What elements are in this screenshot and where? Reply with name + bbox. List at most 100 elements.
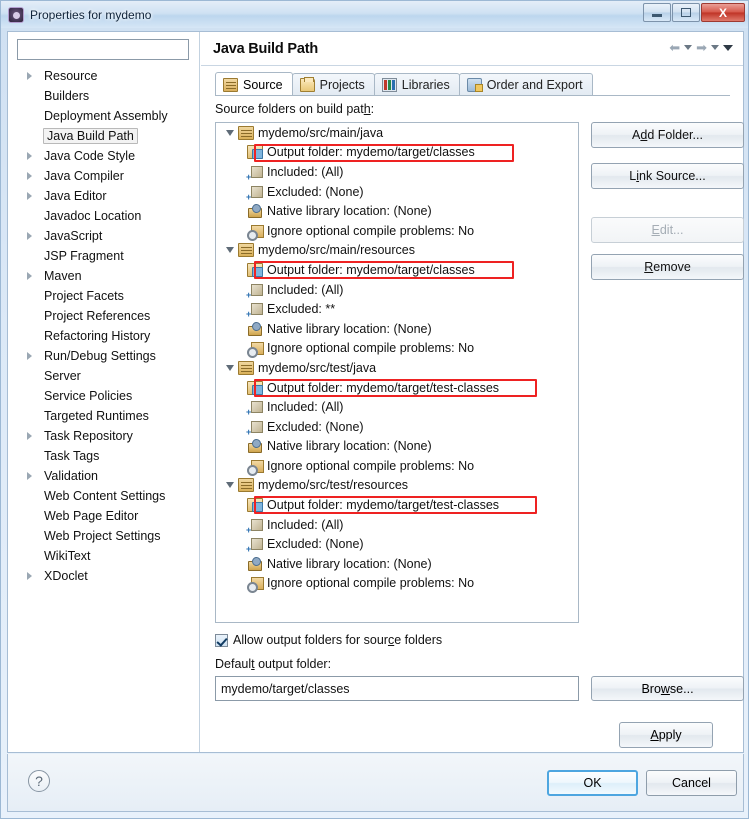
source-folder-attribute-row[interactable]: Ignore optional compile problems: No [216,339,578,359]
back-arrow-icon[interactable]: ⬅ [669,41,680,54]
restore-button[interactable] [672,3,700,22]
source-folder-attribute-row[interactable]: Output folder: mydemo/target/classes [216,143,578,163]
expand-arrow-icon[interactable] [27,352,32,360]
sidebar-item-service-policies[interactable]: Service Policies [8,386,199,406]
source-folder-attribute-row[interactable]: Included: (All) [216,397,578,417]
back-dropdown-icon[interactable] [684,45,693,50]
default-output-folder-input[interactable]: mydemo/target/classes [215,676,579,701]
sidebar-item-task-repository[interactable]: Task Repository [8,426,199,446]
sidebar-item-label: JSP Fragment [44,249,124,263]
sidebar-item-label: Project Facets [44,289,124,303]
filter-input-wrapper[interactable] [17,39,189,60]
source-folder-attribute-row[interactable]: Output folder: mydemo/target/classes [216,260,578,280]
source-folder-root-row[interactable]: mydemo/src/test/java [216,358,578,378]
sidebar-item-validation[interactable]: Validation [8,466,199,486]
filter-input[interactable] [21,40,185,59]
menu-arrow-icon[interactable] [723,44,733,51]
sidebar-item-server[interactable]: Server [8,366,199,386]
expand-arrow-icon[interactable] [27,432,32,440]
source-folder-attribute-row[interactable]: Excluded: (None) [216,182,578,202]
source-folder-attribute-row[interactable]: Native library location: (None) [216,319,578,339]
expand-arrow-icon[interactable] [27,172,32,180]
sidebar-item-targeted-runtimes[interactable]: Targeted Runtimes [8,406,199,426]
sidebar-item-maven[interactable]: Maven [8,266,199,286]
cancel-button[interactable]: Cancel [646,770,737,796]
source-folder-attribute-row[interactable]: Included: (All) [216,162,578,182]
close-button[interactable]: X [701,3,745,22]
sidebar-item-label: Maven [44,269,82,283]
tab-source[interactable]: Source [215,72,293,96]
collapse-arrow-icon[interactable] [226,129,234,136]
sidebar-item-web-content-settings[interactable]: Web Content Settings [8,486,199,506]
sidebar-item-project-facets[interactable]: Project Facets [8,286,199,306]
sidebar-item-wikitext[interactable]: WikiText [8,546,199,566]
collapse-arrow-icon[interactable] [226,364,234,371]
source-folder-attribute-row[interactable]: Ignore optional compile problems: No [216,574,578,594]
source-folder-root-row[interactable]: mydemo/src/test/resources [216,476,578,496]
expand-arrow-icon[interactable] [27,232,32,240]
tab-libraries[interactable]: Libraries [373,73,460,96]
apply-button[interactable]: Apply [619,722,713,748]
remove-button[interactable]: Remove [591,254,744,280]
sidebar-item-deployment-assembly[interactable]: Deployment Assembly [8,106,199,126]
source-folder-attribute-row[interactable]: Included: (All) [216,515,578,535]
settings-nav-tree[interactable]: Resource Builders Deployment Assembly Java … [8,66,199,736]
source-folder-attribute-row[interactable]: Ignore optional compile problems: No [216,456,578,476]
sidebar-item-javascript[interactable]: JavaScript [8,226,199,246]
collapse-arrow-icon[interactable] [226,482,234,489]
ok-button[interactable]: OK [547,770,638,796]
sidebar-item-run-debug-settings[interactable]: Run/Debug Settings [8,346,199,366]
output-folder-icon [247,262,263,277]
source-folder-attribute-row[interactable]: Native library location: (None) [216,554,578,574]
source-folder-root-row[interactable]: mydemo/src/main/java [216,123,578,143]
source-folders-tree[interactable]: mydemo/src/main/java Output folder: mydem… [215,122,579,623]
source-folder-root-row[interactable]: mydemo/src/main/resources [216,241,578,261]
allow-output-folders-checkbox[interactable] [215,633,228,647]
inclusion-filter-icon [246,400,263,417]
source-folder-attribute-row[interactable]: Excluded: (None) [216,417,578,437]
sidebar-item-project-references[interactable]: Project References [8,306,199,326]
expand-arrow-icon[interactable] [27,192,32,200]
expand-arrow-icon[interactable] [27,472,32,480]
minimize-button[interactable] [643,3,671,22]
expand-arrow-icon[interactable] [27,272,32,280]
sidebar-item-task-tags[interactable]: Task Tags [8,446,199,466]
sidebar-item-java-compiler[interactable]: Java Compiler [8,166,199,186]
browse-button[interactable]: Bro w se... [591,676,744,701]
build-path-tabs[interactable]: Source Projects Libraries Order and Export [215,72,593,96]
forward-arrow-icon[interactable]: ➡ [696,41,707,54]
sidebar-item-java-build-path[interactable]: Java Build Path [8,126,199,146]
sidebar-item-jsp-fragment[interactable]: JSP Fragment [8,246,199,266]
collapse-arrow-icon[interactable] [226,247,234,254]
allow-output-folders-row[interactable]: Allow output folders for source folders [215,633,442,647]
help-icon[interactable]: ? [28,770,50,792]
tab-projects[interactable]: Projects [291,73,375,96]
sidebar-item-resource[interactable]: Resource [8,66,199,86]
inclusion-filter-icon [246,517,263,535]
source-folder-attribute-row[interactable]: Output folder: mydemo/target/test-classe… [216,495,578,515]
source-folder-attribute-row[interactable]: Native library location: (None) [216,437,578,457]
native-library-icon [247,321,263,336]
expand-arrow-icon[interactable] [27,572,32,580]
source-folder-attribute-text: Ignore optional compile problems: No [267,223,475,238]
expand-arrow-icon[interactable] [27,152,32,160]
sidebar-item-refactoring-history[interactable]: Refactoring History [8,326,199,346]
source-folder-attribute-row[interactable]: Included: (All) [216,280,578,300]
source-folder-attribute-row[interactable]: Output folder: mydemo/target/test-classe… [216,378,578,398]
sidebar-item-java-code-style[interactable]: Java Code Style [8,146,199,166]
sidebar-item-builders[interactable]: Builders [8,86,199,106]
sidebar-item-web-page-editor[interactable]: Web Page Editor [8,506,199,526]
source-folder-attribute-row[interactable]: Excluded: (None) [216,534,578,554]
sidebar-item-web-project-settings[interactable]: Web Project Settings [8,526,199,546]
source-folder-attribute-row[interactable]: Ignore optional compile problems: No [216,221,578,241]
source-folder-attribute-row[interactable]: Native library location: (None) [216,201,578,221]
source-folder-attribute-row[interactable]: Excluded: ** [216,299,578,319]
link-source-button[interactable]: Link Source... [591,163,744,189]
sidebar-item-javadoc-location[interactable]: Javadoc Location [8,206,199,226]
expand-arrow-icon[interactable] [27,72,32,80]
add-folder-button[interactable]: Add Folder... [591,122,744,148]
forward-dropdown-icon[interactable] [711,45,719,50]
sidebar-item-java-editor[interactable]: Java Editor [8,186,199,206]
sidebar-item-xdoclet[interactable]: XDoclet [8,566,199,586]
tab-order-and-export[interactable]: Order and Export [458,73,593,96]
